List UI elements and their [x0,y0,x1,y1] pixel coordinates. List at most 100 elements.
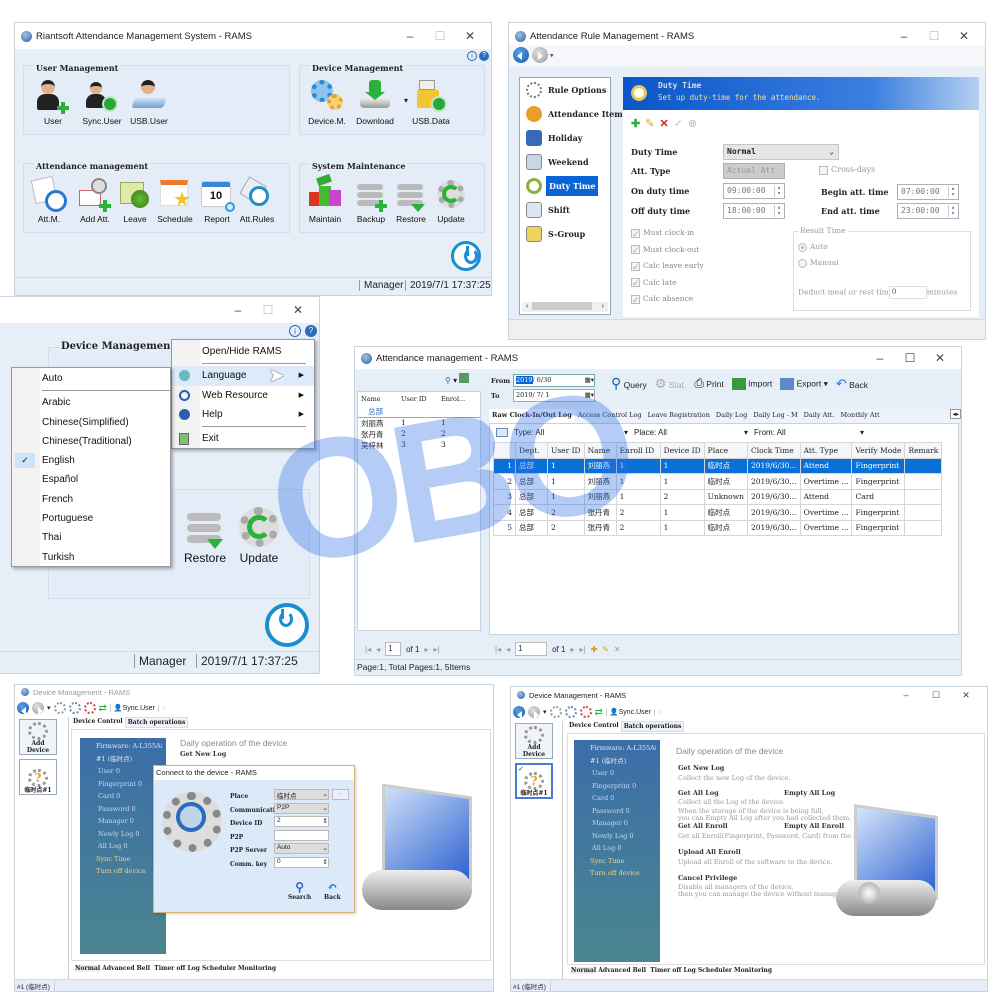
table-row[interactable]: 3 总部 1 刘丽燕 1 2 Unknown 2019/6/30... Attend Card [493,488,943,505]
edit-icon[interactable]: ✎ [645,117,654,130]
tab-daily-att[interactable]: Daily Att. [801,409,838,423]
refresh-icon[interactable]: ⇄ [595,707,603,718]
language-chinese-simplified[interactable]: Chinese(Simplified) [12,413,170,432]
add-device-tile[interactable]: Add Device [515,723,553,759]
download-tile[interactable]: Download [354,78,396,126]
close-button[interactable]: ✕ [455,29,485,43]
delete-icon[interactable]: ✕ [659,117,668,130]
column-header[interactable]: Verify Mode [851,442,906,459]
device-info-item[interactable]: Sync Time [578,855,656,868]
tab-device-control[interactable]: Device Control [567,721,621,732]
end-att-time-input[interactable]: 23:00:00 ▴ ▾ [897,203,959,219]
place-filter[interactable]: Place: All [634,428,738,437]
delete-device-icon[interactable] [83,702,96,714]
import-button[interactable]: Import [731,377,772,390]
empty-all-log-link[interactable]: Empty All Log [784,789,835,797]
att-m-tile[interactable]: Att.M. [28,175,70,224]
close-button[interactable]: ✕ [283,303,313,317]
tab-device-control[interactable]: Device Control [71,717,125,728]
search-icon[interactable]: ⚲ [445,376,451,385]
p2p-input[interactable] [274,829,329,841]
add-device-toolbar-icon[interactable] [53,702,66,714]
power-button[interactable] [265,603,309,647]
add-att-tile[interactable]: Add Att. [74,176,116,224]
tab-batch-operations[interactable]: Batch operations [124,717,189,728]
device-info-item[interactable]: Sync Time [84,853,162,866]
sidebar-item-attendance-item[interactable]: Attendance Item [520,102,623,126]
p2p-server-select[interactable]: Auto ⌄ [274,843,329,854]
att-type-select[interactable]: Actual Att [723,163,785,179]
menu-item-language[interactable]: Language ▶ [172,366,314,386]
get-all-log-link[interactable]: Get All Log [678,789,719,797]
menu-item-web-resource[interactable]: Web Resource ▶ [172,386,314,405]
dropdown-arrow-icon[interactable]: ▾ [453,376,457,385]
save-icon[interactable]: ✓ [674,117,683,130]
calc-late-checkbox[interactable]: Calc late [631,275,704,293]
language-auto[interactable]: Auto [12,369,170,388]
device-tile-1[interactable]: ✓? 临时点#1 [515,763,553,799]
minimize-button[interactable]: – [889,29,919,43]
table-row[interactable]: 5 总部 2 张丹青 2 1 临时点 2019/6/30... Overtime ... Fing… [493,519,943,536]
sync-user-button[interactable]: 👤Sync.User [109,704,155,712]
column-header[interactable]: User ID [547,442,585,459]
search-button[interactable]: ⚲ Search [288,880,311,901]
usb-user-tile[interactable]: USB.User [128,78,170,126]
forward-arrow-icon[interactable] [32,702,44,715]
language-french[interactable]: French [12,490,170,509]
get-all-enroll-link[interactable]: Get All Enroll [678,822,728,830]
cancel-icon[interactable]: ⊗ [688,117,697,130]
upload-all-enroll-link[interactable]: Upload All Enroll [678,848,741,856]
back-button[interactable]: ↶ Back [324,880,341,901]
forward-arrow-icon[interactable] [531,47,548,63]
sidebar-item-holiday[interactable]: Holiday [520,126,610,150]
begin-att-time-input[interactable]: 07:00:00 ▴ ▾ [897,184,959,200]
leave-tile[interactable]: Leave [114,176,156,224]
help-icon[interactable]: ? [305,325,317,337]
on-duty-time-input[interactable]: 09:00:00 ▴ ▾ [723,183,785,199]
report-tile[interactable]: 10 Report [196,176,238,224]
column-header[interactable]: Dept. [515,442,548,459]
cross-days-checkbox[interactable]: Cross-days [819,165,875,175]
spinner[interactable]: ▴ ▾ [948,186,957,198]
restore-tile[interactable]: Restore [180,505,230,565]
column-header[interactable] [493,442,516,459]
minimize-button[interactable]: – [891,690,921,700]
stat-button[interactable]: ⚙ Stat. [655,376,687,392]
device-id-input[interactable]: 2 ⇕ [274,816,329,827]
type-filter[interactable]: Type: All [514,428,618,437]
add-device-tile[interactable]: Add Device [19,719,57,755]
get-new-log-link[interactable]: Get New Log [180,750,226,758]
power-button[interactable] [451,241,481,271]
tab-leave-registration[interactable]: Leave Registration [645,409,713,423]
delete-record-icon[interactable]: ✕ [614,645,621,654]
backup-tile[interactable]: Backup [350,176,392,224]
prev-page-icon[interactable]: ◂ [506,645,510,654]
menu-item-open-hide[interactable]: Open/Hide RAMS [172,342,314,361]
help-icon[interactable]: ? [479,51,489,61]
user-list-item[interactable]: 吴梓林 3 3 [358,440,480,451]
column-header[interactable]: Att. Type [799,442,853,459]
device-tile-1[interactable]: ? 临时点#1 [19,759,57,795]
add-device-toolbar-icon[interactable] [549,706,562,718]
language-english[interactable]: ✓ English [12,451,170,470]
maximize-button[interactable]: ☐ [919,29,949,43]
close-button[interactable]: ✕ [949,29,979,43]
tab-log-scheduler[interactable]: Log Scheduler [187,965,236,972]
tab-raw-log[interactable]: Raw Clock-In/Out Log [489,409,575,423]
cancel-privilege-link[interactable]: Cancel Privilege [678,874,737,882]
search-device-icon[interactable] [68,702,81,714]
refresh-icon[interactable]: ⇄ [99,703,107,714]
prev-page-icon[interactable]: ◂ [376,645,380,654]
column-header[interactable]: Enrol... [441,395,465,403]
sync-user-tile[interactable]: Sync.User [81,78,123,126]
communication-select[interactable]: P2P ⌄ [274,802,329,814]
minimize-button[interactable]: – [223,303,253,317]
must-clock-in-checkbox[interactable]: Must clock-in [631,225,704,243]
from-date-input[interactable]: 2019/ 6/30 ▦▾ [513,374,595,387]
tab-advanced-bell[interactable]: Advanced Bell [102,965,150,972]
att-rules-tile[interactable]: Att.Rules [236,176,278,224]
back-button[interactable]: ↶ Back [836,376,868,392]
back-arrow-icon[interactable] [513,47,529,63]
user-list-item[interactable]: 刘丽燕 1 1 [358,418,480,429]
column-header[interactable]: Place [703,442,748,459]
